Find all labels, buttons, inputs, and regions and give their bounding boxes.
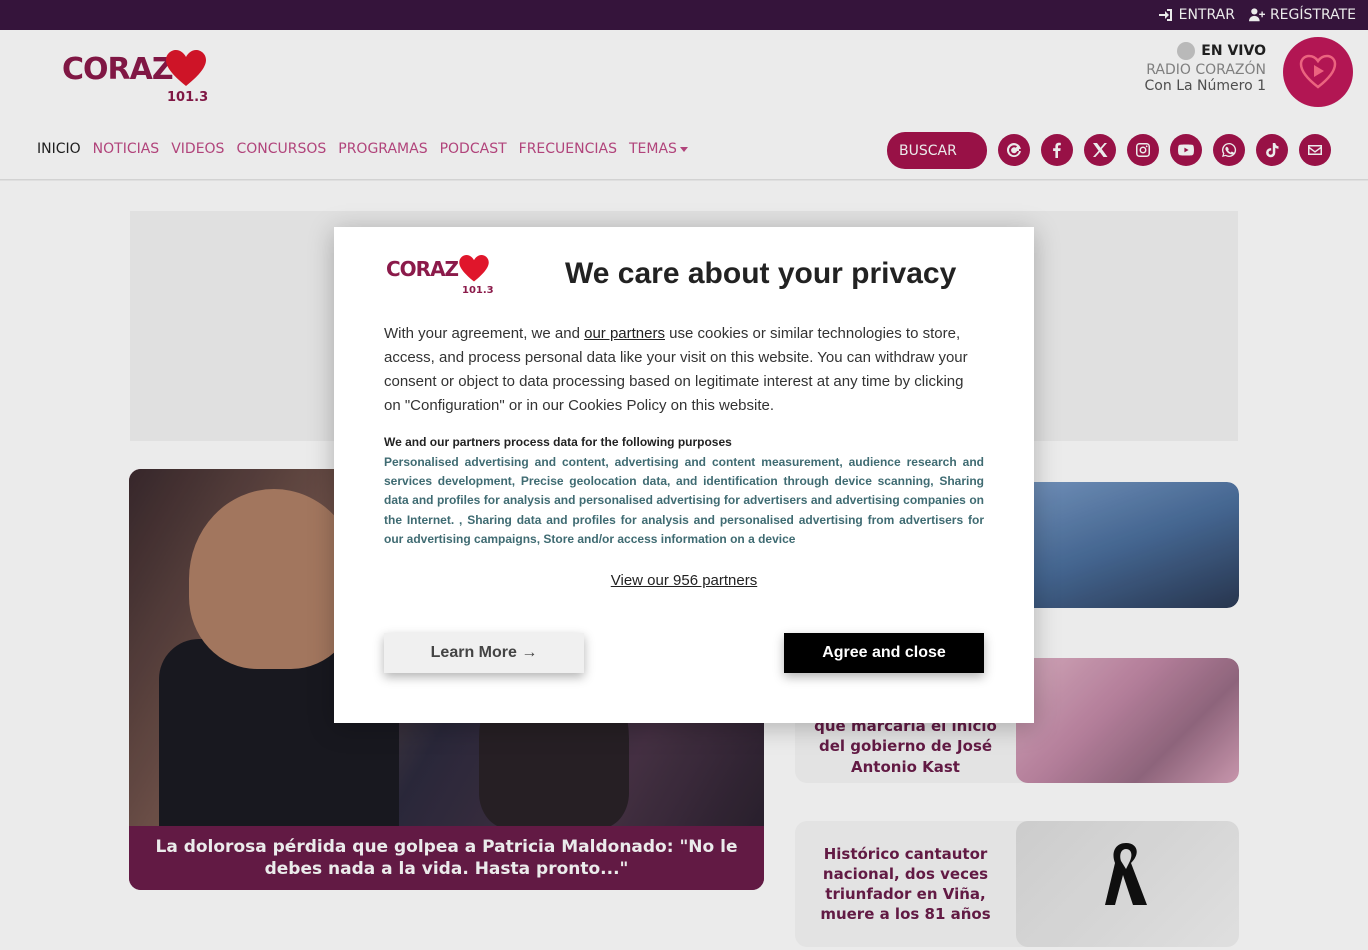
- consent-intro: With your agreement, we and our partners…: [384, 322, 984, 418]
- consent-logo-word: CORAZ: [386, 257, 459, 281]
- agree-and-close-button[interactable]: Agree and close: [784, 633, 984, 673]
- consent-dialog: CORAZ 101.3 We care about your privacy W…: [334, 227, 1034, 723]
- heart-logo-icon: [459, 255, 489, 282]
- consent-title: We care about your privacy: [565, 257, 957, 290]
- consent-logo-frequency: 101.3: [462, 285, 494, 296]
- purposes-heading: We and our partners process data for the…: [384, 435, 732, 449]
- view-partners: View our 956 partners: [334, 572, 1034, 589]
- learn-more-button[interactable]: Learn More →: [384, 633, 584, 673]
- view-partners-link[interactable]: View our 956 partners: [611, 572, 757, 589]
- our-partners-link[interactable]: our partners: [584, 325, 665, 342]
- consent-intro-before: With your agreement, we and: [384, 325, 585, 342]
- purposes-text: Personalised advertising and content, ad…: [384, 455, 984, 546]
- consent-logo: CORAZ 101.3: [386, 255, 518, 299]
